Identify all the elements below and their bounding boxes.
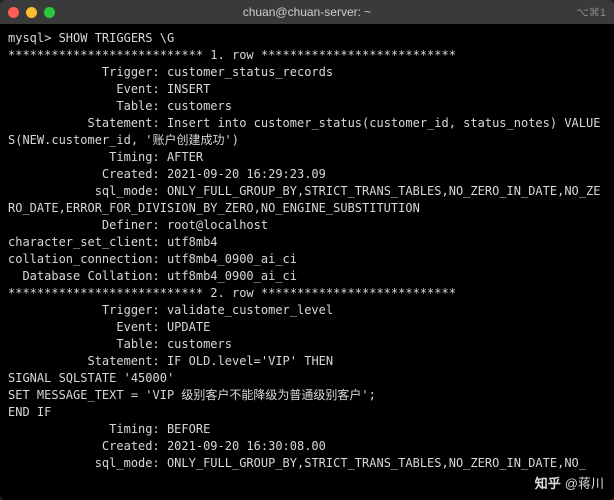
field-label: sql_mode:: [8, 184, 160, 198]
field-label: Trigger:: [8, 65, 160, 79]
statement-line: SET MESSAGE_TEXT = 'VIP 级别客户不能降级为普通级别客户'…: [8, 388, 376, 402]
prompt: mysql>: [8, 31, 59, 45]
traffic-lights: [8, 7, 55, 18]
field-label: Definer:: [8, 218, 160, 232]
field-label: Statement:: [8, 354, 160, 368]
field-value: customers: [160, 99, 232, 113]
field-value: BEFORE: [160, 422, 211, 436]
titlebar: chuan@chuan-server: ~ ⌥⌘1: [0, 0, 614, 24]
close-icon[interactable]: [8, 7, 19, 18]
field-value: customers: [160, 337, 232, 351]
field-value: validate_customer_level: [160, 303, 333, 317]
statement-line: SIGNAL SQLSTATE '45000': [8, 371, 174, 385]
field-value: utf8mb4: [160, 235, 218, 249]
field-value: root@localhost: [160, 218, 268, 232]
terminal-window: chuan@chuan-server: ~ ⌥⌘1 mysql> SHOW TR…: [0, 0, 614, 500]
field-value: INSERT: [160, 82, 211, 96]
shortcut-indicator: ⌥⌘1: [576, 6, 606, 19]
window-title: chuan@chuan-server: ~: [0, 5, 614, 19]
field-value: IF OLD.level='VIP' THEN: [160, 354, 333, 368]
field-label: Table:: [8, 99, 160, 113]
field-value: UPDATE: [160, 320, 211, 334]
field-label: Database Collation:: [8, 269, 160, 283]
field-value: AFTER: [160, 150, 203, 164]
field-value: utf8mb4_0900_ai_ci: [160, 269, 297, 283]
field-value: customer_status_records: [160, 65, 333, 79]
zoom-icon[interactable]: [44, 7, 55, 18]
field-value: 2021-09-20 16:30:08.00: [160, 439, 326, 453]
field-label: Created:: [8, 167, 160, 181]
field-label: Table:: [8, 337, 160, 351]
field-label: Created:: [8, 439, 160, 453]
field-label: Timing:: [8, 422, 160, 436]
terminal-output[interactable]: mysql> SHOW TRIGGERS \G ****************…: [0, 24, 614, 500]
field-label: Statement:: [8, 116, 160, 130]
field-label: Event:: [8, 320, 160, 334]
minimize-icon[interactable]: [26, 7, 37, 18]
row-separator-1: *************************** 1. row *****…: [8, 48, 456, 62]
command-text: SHOW TRIGGERS \G: [59, 31, 175, 45]
statement-line: END IF: [8, 405, 51, 419]
field-label: Timing:: [8, 150, 160, 164]
field-label: character_set_client:: [8, 235, 160, 249]
field-label: Trigger:: [8, 303, 160, 317]
field-label: Event:: [8, 82, 160, 96]
field-label: sql_mode:: [8, 456, 160, 470]
field-label: collation_connection:: [8, 252, 160, 266]
field-value: 2021-09-20 16:29:23.09: [160, 167, 326, 181]
field-value: utf8mb4_0900_ai_ci: [160, 252, 297, 266]
field-value: ONLY_FULL_GROUP_BY,STRICT_TRANS_TABLES,N…: [160, 456, 586, 470]
row-separator-2: *************************** 2. row *****…: [8, 286, 456, 300]
